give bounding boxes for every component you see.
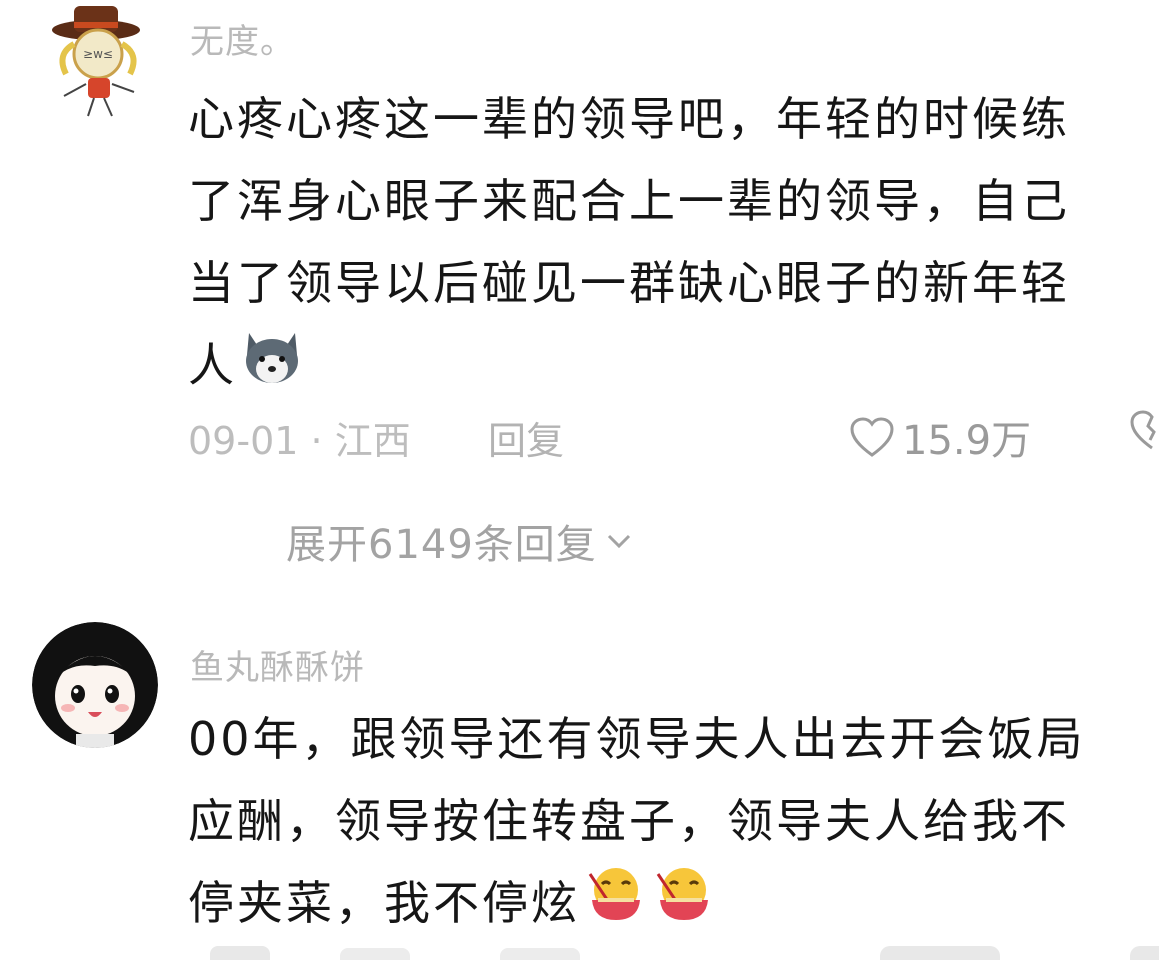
expand-replies-label: 展开6149条回复 <box>286 522 597 568</box>
username[interactable]: 鱼丸酥酥饼 <box>190 640 365 689</box>
cowboy-hat-character-avatar: ≥w≤ <box>52 6 140 117</box>
meta-fragment <box>210 946 270 960</box>
comment-line: 当了领导以后碰见一群缺心眼子的新年轻 <box>188 256 1070 310</box>
meta-fragment <box>340 948 410 960</box>
reply-button[interactable]: 回复 <box>488 410 564 465</box>
comment-location: 江西 <box>334 419 411 463</box>
comment-line-text: 停夹菜，我不停炫 <box>188 876 580 930</box>
comment-text: 00年，跟领导还有领导夫人出去开会饭局 应酬，领导按住转盘子，领导夫人给我不 停… <box>188 698 1143 949</box>
eating-emoji <box>652 864 716 949</box>
meta-separator: · <box>310 419 335 463</box>
comment-item: ≥w≤ 无度。 心疼心疼这一辈的领导吧，年轻的时候练 了浑身心眼子来配合上一辈的… <box>0 0 1159 600</box>
meta-fragment <box>880 946 1000 960</box>
svg-text:≥w≤: ≥w≤ <box>83 47 113 61</box>
username[interactable]: 无度。 <box>190 14 295 63</box>
broken-heart-icon <box>1130 410 1156 450</box>
comment-text: 心疼心疼这一辈的领导吧，年轻的时候练 了浑身心眼子来配合上一辈的领导，自己 当了… <box>188 78 1143 410</box>
comment-line: 停夹菜，我不停炫 <box>188 862 1143 949</box>
user-avatar[interactable]: ≥w≤ <box>34 0 154 120</box>
comment-line: 00年，跟领导还有领导夫人出去开会饭局 <box>188 712 1086 766</box>
comment-line: 应酬，领导按住转盘子，领导夫人给我不 <box>188 794 1070 848</box>
anime-girl-avatar <box>32 622 158 748</box>
comment-line: 了浑身心眼子来配合上一辈的领导，自己 <box>188 174 1070 228</box>
expand-replies-button[interactable]: 展开6149条回复 <box>286 512 633 570</box>
comment-meta-cut <box>0 946 1159 960</box>
like-count: 15.9万 <box>902 418 1032 464</box>
eating-emoji <box>584 864 648 949</box>
comment-meta: 09-01 · 江西 <box>188 410 411 465</box>
heart-outline-icon <box>850 417 894 457</box>
comment-line: 人 <box>188 324 1143 410</box>
comment-line-text: 人 <box>188 338 237 392</box>
meta-fragment <box>1130 946 1159 960</box>
comment-date: 09-01 <box>188 419 299 463</box>
like-button[interactable]: 15.9万 <box>848 408 1031 466</box>
meta-fragment <box>500 948 580 960</box>
comment-item: 鱼丸酥酥饼 00年，跟领导还有领导夫人出去开会饭局 应酬，领导按住转盘子，领导夫… <box>0 600 1159 960</box>
chevron-down-icon <box>607 534 630 549</box>
dislike-button[interactable] <box>1128 408 1159 452</box>
user-avatar[interactable] <box>32 622 158 748</box>
husky-emoji <box>241 328 303 410</box>
comment-line: 心疼心疼这一辈的领导吧，年轻的时候练 <box>188 92 1070 146</box>
